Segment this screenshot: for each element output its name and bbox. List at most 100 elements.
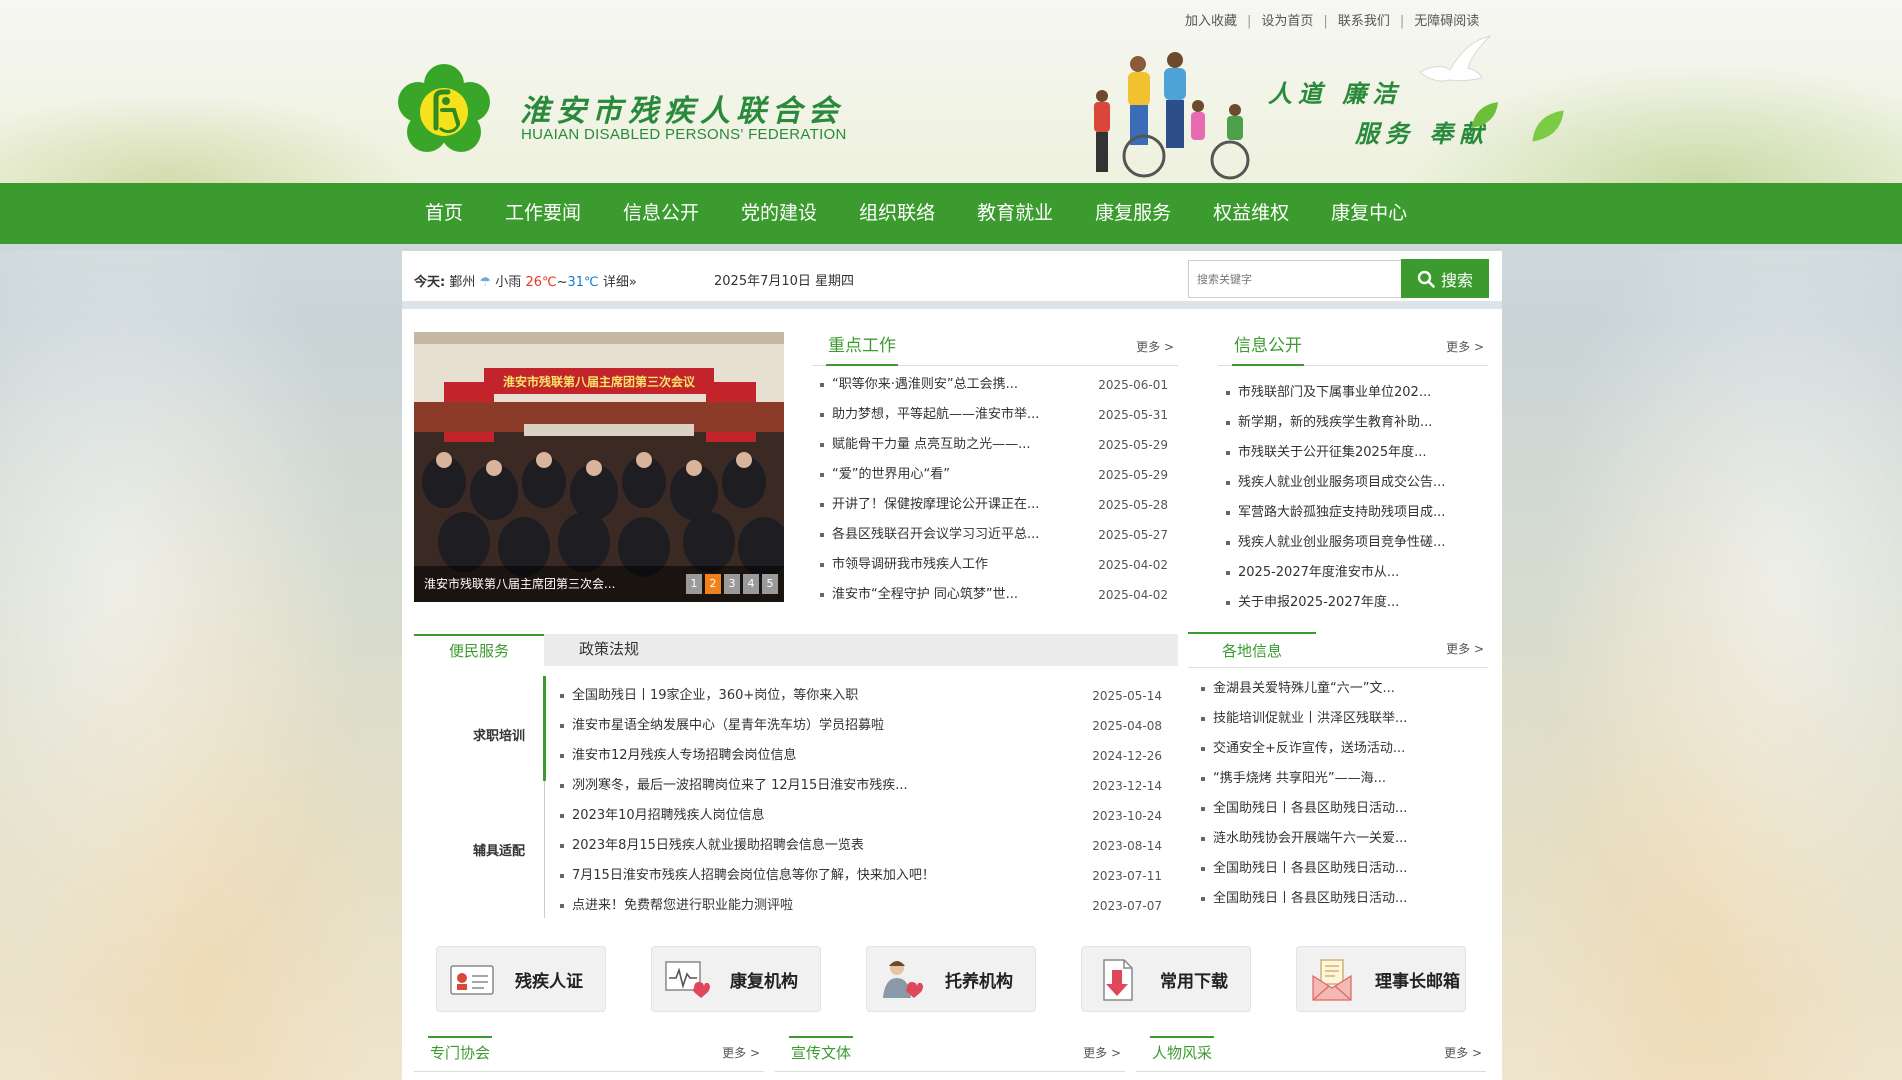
people-profiles-more-link[interactable]: 更多 >: [1444, 1044, 1482, 1061]
list-item[interactable]: “携手烧烤 共享阳光”——海...: [1193, 764, 1483, 794]
nav-item-organization[interactable]: 组织联络: [838, 183, 956, 244]
special-associations-title[interactable]: 专门协会: [428, 1036, 493, 1072]
quick-link-downloads[interactable]: 常用下载: [1081, 946, 1251, 1012]
list-item[interactable]: 全国助残日丨各县区助残日活动...: [1193, 854, 1483, 884]
nav-item-party-building[interactable]: 党的建设: [720, 183, 838, 244]
list-item[interactable]: 助力梦想，平等起航——淮安市举... 2025-05-31: [812, 400, 1168, 430]
list-item-title[interactable]: 助力梦想，平等起航——淮安市举...: [832, 407, 1039, 422]
list-item[interactable]: “职等你来·遇淮则安”总工会携... 2025-06-01: [812, 370, 1168, 400]
accessible-reading-link[interactable]: 无障碍阅读: [1414, 14, 1479, 29]
list-item-title[interactable]: 冽冽寒冬，最后一波招聘岗位来了 12月15日淮安市残疾...: [572, 778, 908, 793]
list-item[interactable]: 全国助残日丨各县区助残日活动...: [1193, 884, 1483, 914]
nav-item-home[interactable]: 首页: [404, 183, 484, 244]
local-info-header: 各地信息 更多 >: [1188, 632, 1488, 668]
list-item[interactable]: 全国助残日丨各县区助残日活动...: [1193, 794, 1483, 824]
list-item-title[interactable]: 市领导调研我市残疾人工作: [832, 557, 988, 572]
list-item-title[interactable]: 2023年10月招聘残疾人岗位信息: [572, 808, 765, 823]
list-item-title[interactable]: 开讲了！保健按摩理论公开课正在...: [832, 497, 1039, 512]
side-label-job-training[interactable]: 求职培训: [473, 725, 525, 744]
list-item-title[interactable]: “职等你来·遇淮则安”总工会携...: [832, 377, 1018, 392]
publicity-culture-title[interactable]: 宣传文体: [789, 1036, 854, 1072]
nav-item-rehab-service[interactable]: 康复服务: [1074, 183, 1192, 244]
nav-item-rehab-center[interactable]: 康复中心: [1310, 183, 1428, 244]
quick-link-chairman-mailbox[interactable]: 理事长邮箱: [1296, 946, 1466, 1012]
list-item-title[interactable]: 淮安市12月残疾人专场招聘会岗位信息: [572, 748, 797, 763]
heart-monitor-icon: [665, 961, 710, 998]
contact-us-link[interactable]: 联系我们: [1338, 14, 1390, 29]
list-item[interactable]: 7月15日淮安市残疾人招聘会岗位信息等你了解，快来加入吧！ 2023-07-11: [552, 861, 1162, 891]
info-public-more-link[interactable]: 更多 >: [1446, 338, 1484, 355]
quick-link-care-institutions[interactable]: 托养机构: [866, 946, 1036, 1012]
side-label-assistive-devices[interactable]: 辅具适配: [473, 840, 525, 859]
federation-logo-icon[interactable]: [396, 62, 492, 158]
tab-convenience-service[interactable]: 便民服务: [414, 634, 544, 666]
list-item-title[interactable]: “爱”的世界用心“看”: [832, 467, 950, 482]
quick-link-disability-card[interactable]: 残疾人证: [436, 946, 606, 1012]
local-info-more-link[interactable]: 更多 >: [1446, 640, 1484, 657]
list-item[interactable]: 各县区残联召开会议学习习近平总... 2025-05-27: [812, 520, 1168, 550]
list-item[interactable]: 淮安市12月残疾人专场招聘会岗位信息 2024-12-26: [552, 741, 1162, 771]
nav-item-work-news[interactable]: 工作要闻: [484, 183, 602, 244]
slide-page-button[interactable]: 1: [686, 574, 702, 594]
nav-item-info-public[interactable]: 信息公开: [602, 183, 720, 244]
list-item[interactable]: 市领导调研我市残疾人工作 2025-04-02: [812, 550, 1168, 580]
list-item[interactable]: 涟水助残协会开展端午六一关爱...: [1193, 824, 1483, 854]
list-item-title[interactable]: 赋能骨干力量 点亮互助之光——...: [832, 437, 1031, 452]
list-item[interactable]: 淮安市星语全纳发展中心（星青年洗车坊）学员招募啦 2025-04-08: [552, 711, 1162, 741]
slide-page-button[interactable]: 5: [762, 574, 778, 594]
add-favorite-link[interactable]: 加入收藏: [1185, 14, 1237, 29]
quick-link-label: 常用下载: [1160, 971, 1228, 992]
list-item[interactable]: 2023年10月招聘残疾人岗位信息 2023-10-24: [552, 801, 1162, 831]
list-item[interactable]: 市残联关于公开征集2025年度...: [1218, 438, 1488, 468]
nav-item-rights[interactable]: 权益维权: [1192, 183, 1310, 244]
list-item[interactable]: 冽冽寒冬，最后一波招聘岗位来了 12月15日淮安市残疾... 2023-12-14: [552, 771, 1162, 801]
key-work-more-link[interactable]: 更多 >: [1136, 338, 1174, 355]
weather-high: 31℃: [567, 275, 599, 290]
weather-detail-link[interactable]: 详细»: [603, 275, 637, 290]
publicity-culture-more-link[interactable]: 更多 >: [1083, 1044, 1121, 1061]
quick-link-rehab-institutions[interactable]: 康复机构: [651, 946, 821, 1012]
list-item[interactable]: 交通安全+反诈宣传，送场活动...: [1193, 734, 1483, 764]
list-item[interactable]: 军营路大龄孤独症支持助残项目成...: [1218, 498, 1488, 528]
slide-page-button[interactable]: 3: [724, 574, 740, 594]
slide-pagination: 1 2 3 4 5: [686, 574, 778, 594]
list-item[interactable]: 残疾人就业创业服务项目成交公告...: [1218, 468, 1488, 498]
set-homepage-link[interactable]: 设为首页: [1261, 14, 1313, 29]
list-item[interactable]: 2025-2027年度淮安市从...: [1218, 558, 1488, 588]
list-item[interactable]: 2023年8月15日残疾人就业援助招聘会信息一览表 2023-08-14: [552, 831, 1162, 861]
people-profiles-title[interactable]: 人物风采: [1150, 1036, 1215, 1072]
local-info-title[interactable]: 各地信息: [1188, 632, 1316, 668]
list-item[interactable]: 点进来！免费帮您进行职业能力测评啦 2023-07-07: [552, 891, 1162, 921]
special-associations-more-link[interactable]: 更多 >: [722, 1044, 760, 1061]
search-button[interactable]: 搜索: [1401, 259, 1489, 298]
list-item[interactable]: 市残联部门及下属事业单位202...: [1218, 378, 1488, 408]
list-item[interactable]: 关于申报2025-2027年度...: [1218, 588, 1488, 618]
slide-page-button-active[interactable]: 2: [705, 574, 721, 594]
list-item-title[interactable]: 点进来！免费帮您进行职业能力测评啦: [572, 898, 793, 913]
list-item[interactable]: 残疾人就业创业服务项目竞争性磋...: [1218, 528, 1488, 558]
list-item-title[interactable]: 淮安市“全程守护 同心筑梦”世...: [832, 587, 1018, 602]
list-item-title[interactable]: 7月15日淮安市残疾人招聘会岗位信息等你了解，快来加入吧！: [572, 868, 935, 883]
list-item[interactable]: 金湖县关爱特殊儿童“六一”文...: [1193, 674, 1483, 704]
list-item-title[interactable]: 2023年8月15日残疾人就业援助招聘会信息一览表: [572, 838, 864, 853]
list-item[interactable]: 技能培训促就业丨洪泽区残联举...: [1193, 704, 1483, 734]
list-item[interactable]: “爱”的世界用心“看” 2025-05-29: [812, 460, 1168, 490]
list-item[interactable]: 全国助残日丨19家企业，360+岗位，等你来入职 2025-05-14: [552, 681, 1162, 711]
weather-city: 鄞州: [449, 275, 476, 290]
list-item[interactable]: 赋能骨干力量 点亮互助之光——... 2025-05-29: [812, 430, 1168, 460]
list-item-date: 2025-05-29: [1098, 438, 1168, 452]
list-item-title[interactable]: 各县区残联召开会议学习习近平总...: [832, 527, 1039, 542]
list-item-date: 2025-04-02: [1098, 558, 1168, 572]
list-item[interactable]: 新学期，新的残疾学生教育补助...: [1218, 408, 1488, 438]
list-item[interactable]: 淮安市“全程守护 同心筑梦”世... 2025-04-02: [812, 580, 1168, 610]
nav-item-education-employment[interactable]: 教育就业: [956, 183, 1074, 244]
list-item-title[interactable]: 全国助残日丨19家企业，360+岗位，等你来入职: [572, 688, 858, 703]
slide-page-button[interactable]: 4: [743, 574, 759, 594]
info-public-title[interactable]: 信息公开: [1232, 330, 1304, 366]
tab-policy-regulations[interactable]: 政策法规: [544, 634, 674, 666]
list-item-title[interactable]: 淮安市星语全纳发展中心（星青年洗车坊）学员招募啦: [572, 718, 884, 733]
news-slideshow[interactable]: 淮安市残联第八届主席团第三次会议 淮安市残联第八届主席团第三次会... 1 2 …: [414, 332, 784, 602]
key-work-title[interactable]: 重点工作: [826, 330, 898, 366]
search-input[interactable]: [1189, 261, 1401, 297]
list-item[interactable]: 开讲了！保健按摩理论公开课正在... 2025-05-28: [812, 490, 1168, 520]
